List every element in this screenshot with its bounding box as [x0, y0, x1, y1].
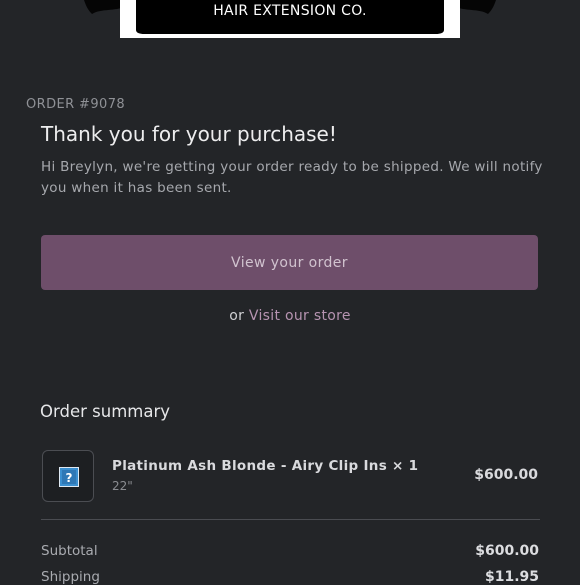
order-summary-title: Order summary	[40, 402, 170, 421]
line-item-price: $600.00	[474, 467, 538, 483]
line-item-name: Platinum Ash Blonde - Airy Clip Ins × 1	[112, 458, 419, 474]
svg-text:?: ?	[66, 471, 73, 485]
shipping-label: Shipping	[41, 569, 100, 585]
broken-image-placeholder-icon: ?	[59, 467, 79, 487]
brand-logo: HAIR EXTENSION CO.	[84, 0, 496, 40]
product-thumbnail: ?	[42, 450, 94, 502]
view-order-button[interactable]: View your order	[41, 235, 538, 290]
summary-divider	[41, 519, 540, 520]
confirmation-message: Hi Breylyn, we're getting your order rea…	[41, 159, 543, 196]
alt-prefix-text: or	[229, 308, 245, 324]
visit-store-link[interactable]: Visit our store	[249, 308, 351, 324]
subtotal-value: $600.00	[475, 543, 539, 559]
line-item-variant: 22"	[112, 479, 133, 493]
logo-text: HAIR EXTENSION CO.	[213, 3, 367, 19]
page-title: Thank you for your purchase!	[41, 122, 337, 146]
store-link-line: or Visit our store	[0, 308, 580, 324]
subtotal-label: Subtotal	[41, 543, 98, 559]
order-number: ORDER #9078	[26, 97, 126, 112]
shipping-value: $11.95	[484, 569, 539, 585]
